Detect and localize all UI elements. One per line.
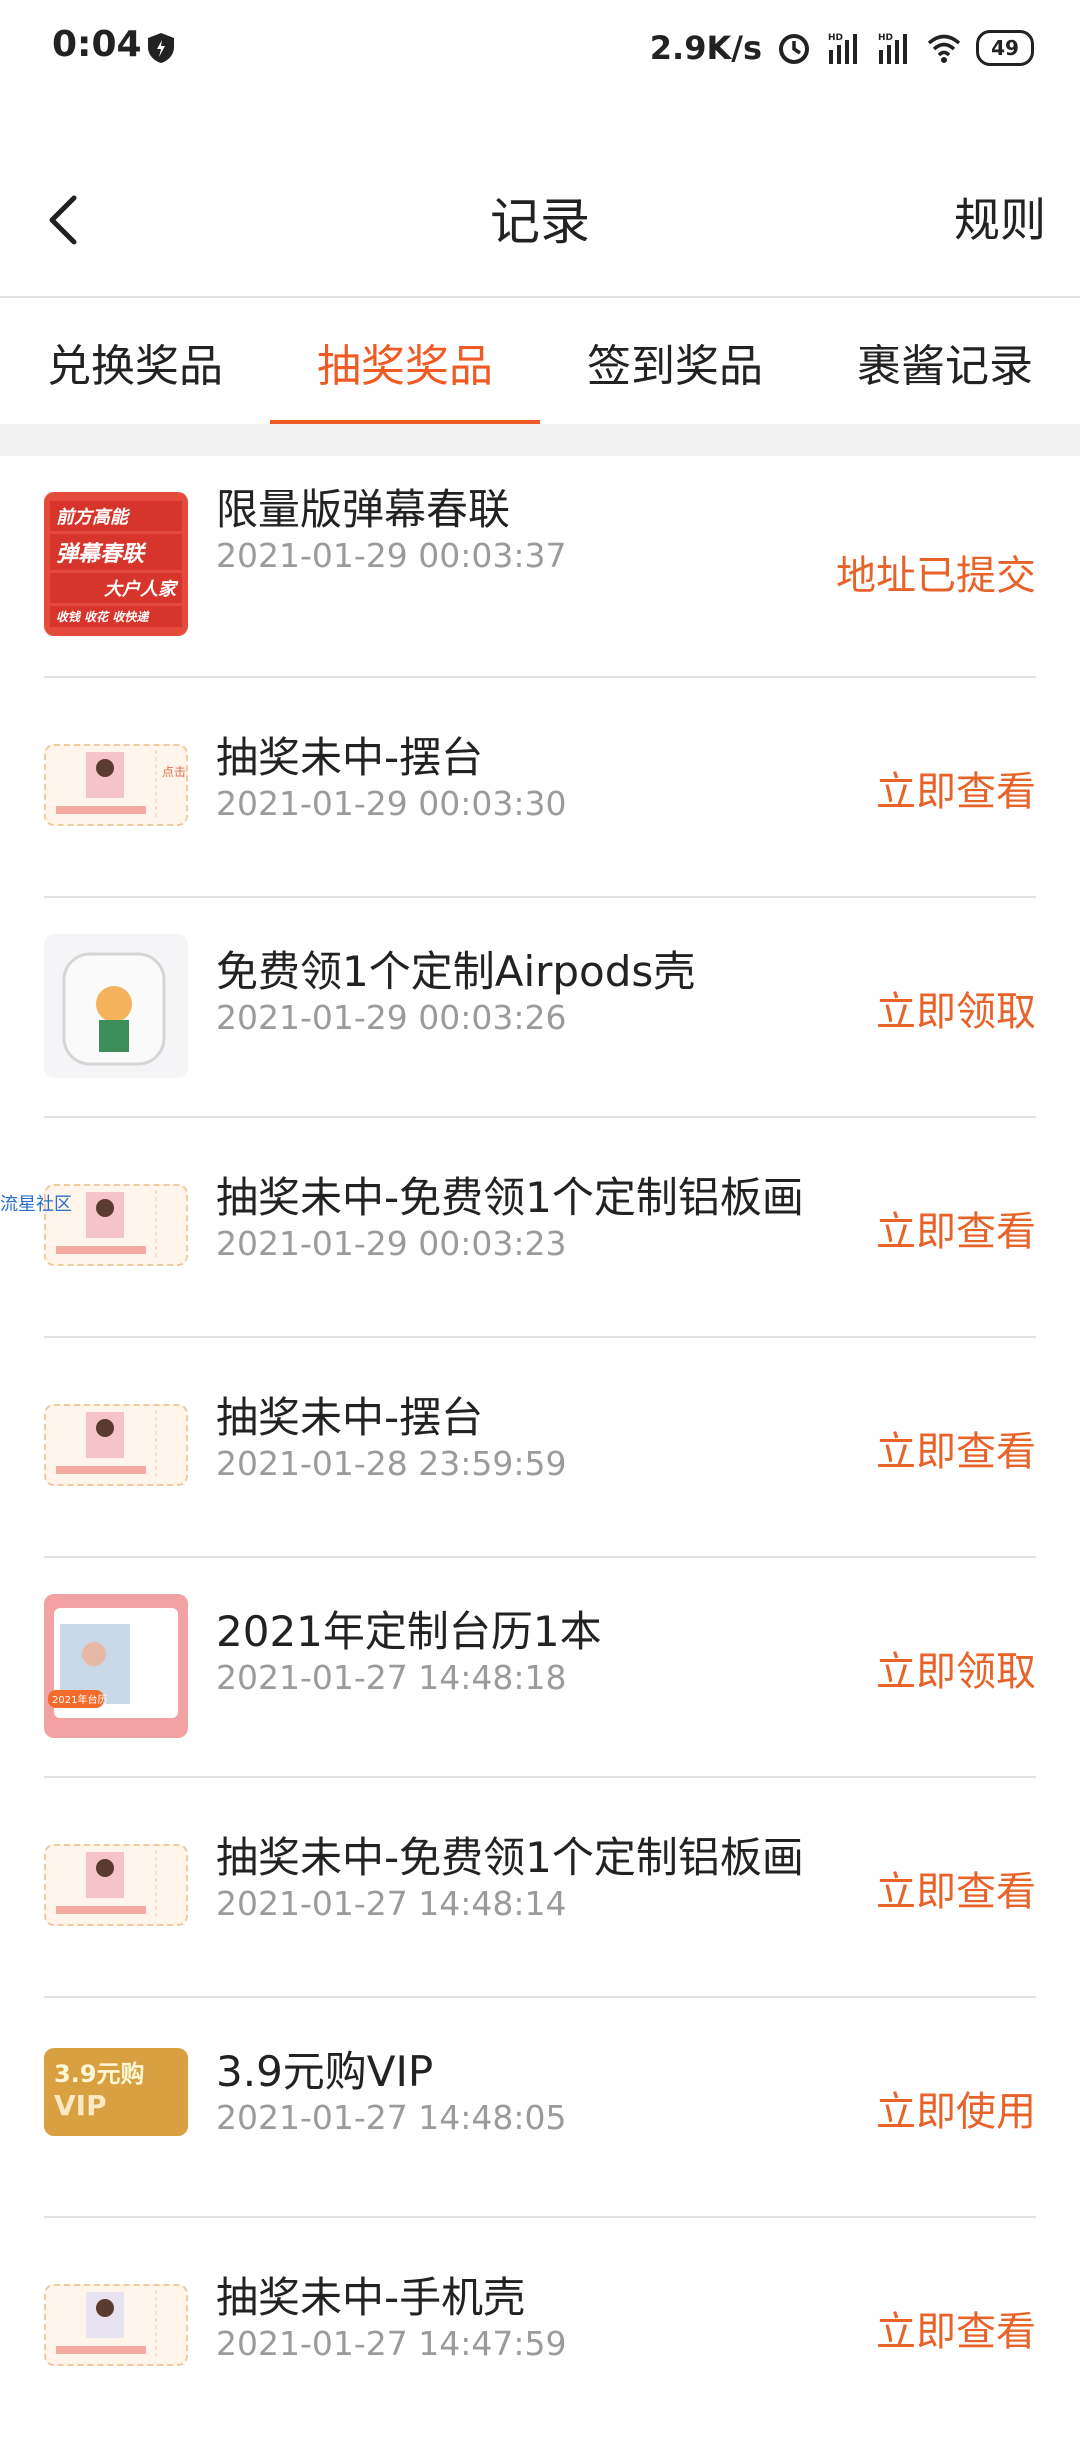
item-date: 2021-01-27 14:47:59 (216, 2324, 567, 2363)
item-title: 抽奖未中-免费领1个定制铝板画 (216, 1173, 804, 1222)
watermark-text: 流星社区 (0, 1194, 72, 1215)
tab-label: 抽奖奖品 (317, 341, 493, 392)
thumb-text: 收钱 收花 收快递 (50, 605, 182, 627)
vip-thumbnail: 3.9元购 VIP (44, 2048, 188, 2136)
list-item[interactable]: 抽奖未中-手机壳 2021-01-27 14:47:59 立即查看 (0, 2218, 1080, 2438)
item-date: 2021-01-29 00:03:30 (216, 784, 567, 823)
item-title: 抽奖未中-手机壳 (216, 2273, 526, 2322)
tab-checkin-prizes[interactable]: 签到奖品 (540, 300, 810, 424)
tab-lottery-prizes[interactable]: 抽奖奖品 (270, 300, 540, 424)
shield-icon (148, 33, 174, 63)
item-action[interactable]: 立即使用 (876, 1998, 1036, 2218)
item-action[interactable]: 立即查看 (876, 1778, 1036, 1998)
item-date: 2021-01-28 23:59:59 (216, 1444, 567, 1483)
tab-label: 签到奖品 (587, 341, 763, 392)
svg-text:HD: HD (878, 33, 893, 43)
alarm-icon (779, 34, 809, 64)
tab-guojiang-records[interactable]: 裹酱记录 (810, 300, 1080, 424)
airpods-case-thumbnail (44, 934, 188, 1078)
ticket-thumbnail (44, 1404, 188, 1486)
page-title: 记录 (490, 193, 590, 251)
ticket-thumbnail: 点击领取 (44, 744, 188, 826)
item-date: 2021-01-29 00:03:23 (216, 1224, 567, 1263)
list-item[interactable]: 前方高能 弹幕春联 大户人家 收钱 收花 收快递 限量版弹幕春联 2021-01… (0, 456, 1080, 678)
ticket-side-text: 点击领取 (162, 765, 186, 779)
item-title: 抽奖未中-免费领1个定制铝板画 (216, 1833, 804, 1882)
couplet-thumbnail: 前方高能 弹幕春联 大户人家 收钱 收花 收快递 (44, 492, 188, 636)
ticket-image (56, 1410, 157, 1480)
wifi-icon (927, 34, 961, 63)
item-action[interactable]: 立即查看 (876, 2218, 1036, 2438)
item-title: 抽奖未中-摆台 (216, 1393, 484, 1442)
header-divider (0, 296, 1080, 298)
item-date: 2021-01-27 14:48:14 (216, 1884, 567, 1923)
item-action[interactable]: 立即查看 (876, 1118, 1036, 1338)
list-item[interactable]: 3.9元购 VIP 3.9元购VIP 2021-01-27 14:48:05 立… (0, 1998, 1080, 2218)
list-item[interactable]: 抽奖未中-摆台 2021-01-28 23:59:59 立即查看 (0, 1338, 1080, 1558)
item-title: 3.9元购VIP (216, 2047, 434, 2096)
tab-bar: 兑换奖品 抽奖奖品 签到奖品 裹酱记录 (0, 300, 1080, 424)
records-list: 前方高能 弹幕春联 大户人家 收钱 收花 收快递 限量版弹幕春联 2021-01… (0, 456, 1080, 2438)
ticket-image (56, 2290, 157, 2360)
item-date: 2021-01-29 00:03:26 (216, 998, 567, 1037)
item-action[interactable]: 立即查看 (876, 1338, 1036, 1558)
signal-hd-icon-2: HD (878, 33, 907, 64)
item-date: 2021-01-27 14:48:05 (216, 2098, 567, 2137)
list-item[interactable]: 2021年台历 2021年定制台历1本 2021-01-27 14:48:18 … (0, 1558, 1080, 1778)
tab-label: 裹酱记录 (857, 341, 1033, 392)
list-item[interactable]: 抽奖未中-免费领1个定制铝板画 2021-01-29 00:03:23 立即查看 (0, 1118, 1080, 1338)
thumb-text: 大户人家 (50, 572, 182, 603)
top-bar: 记录 规则 (0, 140, 1080, 290)
ticket-image (56, 1850, 157, 1920)
item-title: 抽奖未中-摆台 (216, 733, 484, 782)
ticket-thumbnail (44, 2284, 188, 2366)
status-bar: 0:04 2.9K/s HD HD 49 (0, 0, 1080, 96)
ticket-image: 点击领取 (56, 750, 186, 820)
battery-indicator: 49 (976, 30, 1034, 66)
tab-exchange-prizes[interactable]: 兑换奖品 (0, 300, 270, 424)
airpods-case-image (62, 952, 166, 1066)
item-action[interactable]: 立即领取 (876, 1558, 1036, 1778)
item-action[interactable]: 地址已提交 (836, 456, 1036, 682)
list-item[interactable]: 抽奖未中-免费领1个定制铝板画 2021-01-27 14:48:14 立即查看 (0, 1778, 1080, 1998)
network-speed: 2.9K/s (649, 29, 762, 67)
item-date: 2021-01-27 14:48:18 (216, 1658, 567, 1697)
list-item[interactable]: 点击领取 抽奖未中-摆台 2021-01-29 00:03:30 立即查看 (0, 678, 1080, 898)
thumb-text: 前方高能 (50, 501, 182, 532)
signal-hd-icon-1: HD (828, 33, 857, 64)
item-title: 免费领1个定制Airpods壳 (216, 947, 696, 996)
item-action[interactable]: 立即查看 (876, 678, 1036, 898)
item-title: 2021年定制台历1本 (216, 1607, 602, 1656)
item-action[interactable]: 立即领取 (876, 898, 1036, 1118)
calendar-thumbnail: 2021年台历 (44, 1594, 188, 1738)
vip-text: VIP (54, 2089, 107, 2122)
tab-label: 兑换奖品 (47, 341, 223, 392)
rules-link[interactable]: 规则 (954, 184, 1046, 250)
item-date: 2021-01-29 00:03:37 (216, 536, 567, 575)
list-item[interactable]: 免费领1个定制Airpods壳 2021-01-29 00:03:26 立即领取 (0, 898, 1080, 1118)
thumb-text: 弹幕春联 (50, 534, 182, 571)
status-time: 0:04 (52, 24, 142, 65)
status-right: 2.9K/s HD HD 49 (650, 26, 1034, 70)
ticket-thumbnail (44, 1844, 188, 1926)
vip-price-text: 3.9元购 (54, 2060, 145, 2088)
calendar-badge: 2021年台历 (52, 1693, 107, 1706)
item-title: 限量版弹幕春联 (216, 485, 511, 534)
svg-text:HD: HD (828, 33, 843, 43)
calendar-image: 2021年台历 (48, 1608, 178, 1718)
section-gap (0, 424, 1080, 456)
